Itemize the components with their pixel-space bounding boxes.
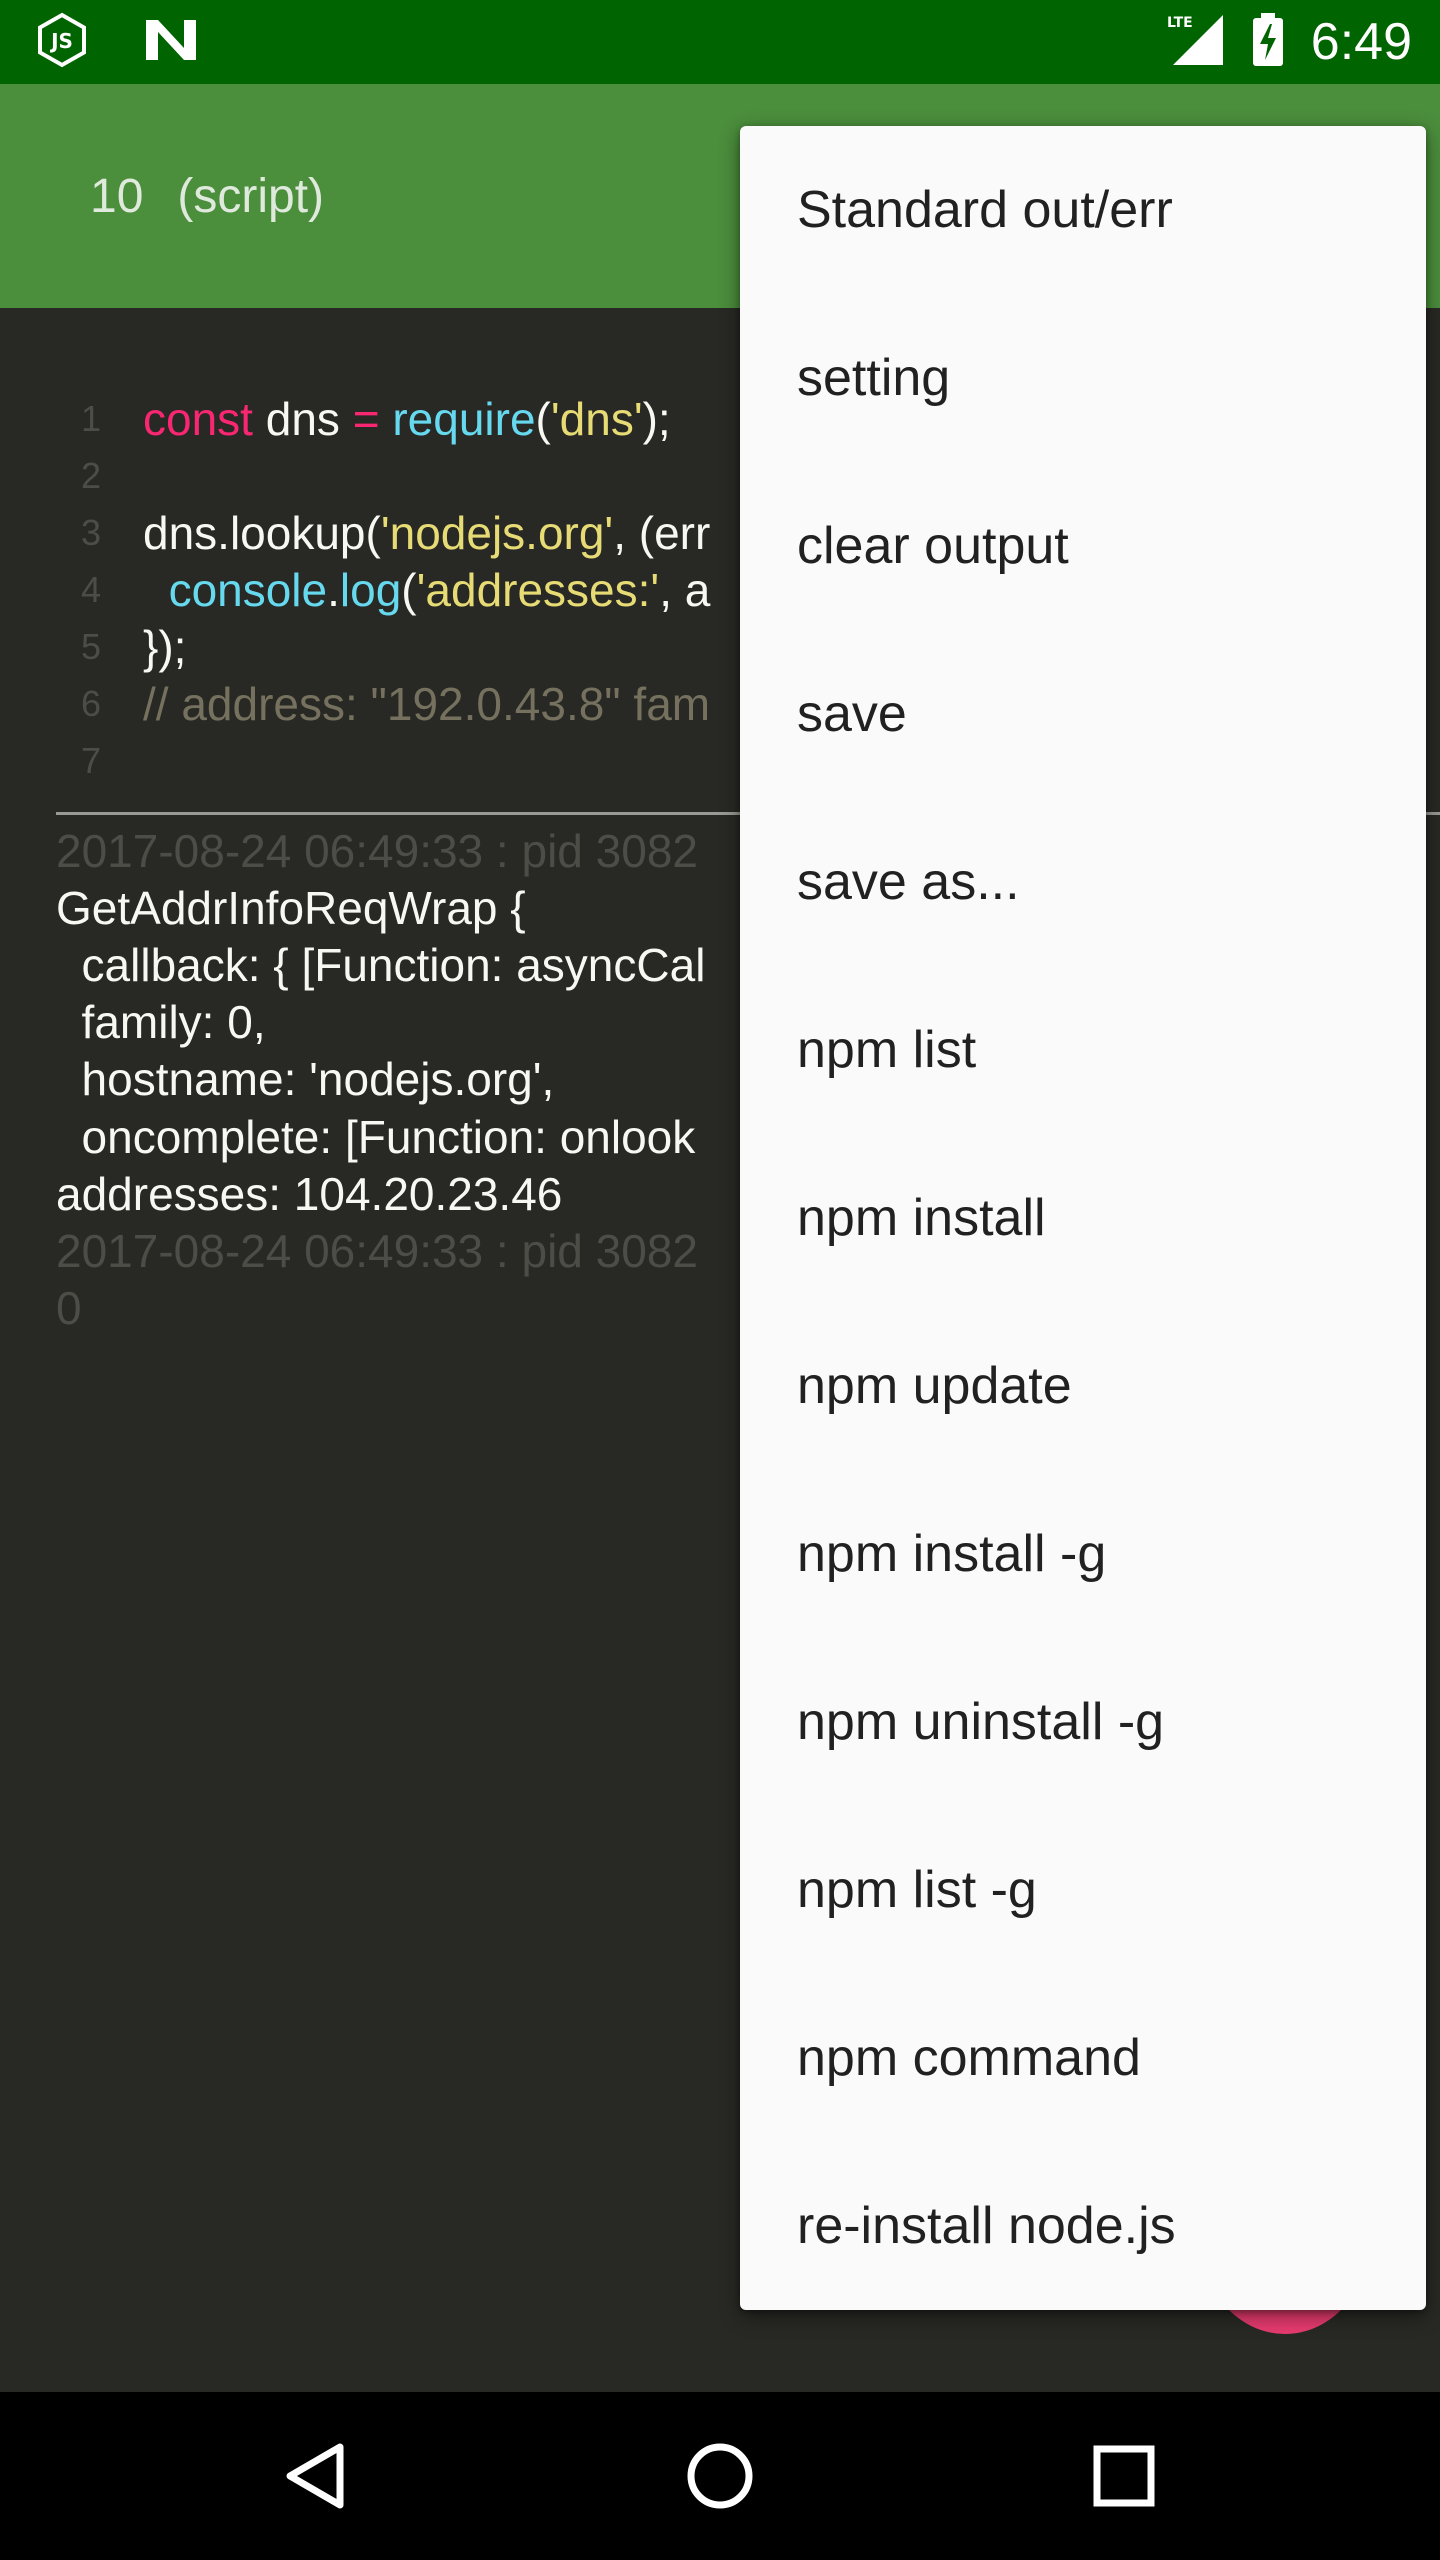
battery-charging-icon (1251, 12, 1285, 72)
recents-icon (1093, 2445, 1155, 2507)
svg-text:JS: JS (49, 29, 73, 53)
output-line: 0 (56, 1282, 82, 1335)
code-text: dns.lookup('nodejs.org', (err (143, 506, 710, 560)
code-token: , a (659, 563, 711, 616)
line-number: 5 (80, 625, 102, 667)
code-token: ( (401, 563, 417, 616)
output-line: 2017-08-24 06:49:33 : pid 3082 (56, 1224, 698, 1277)
app-title: 10 (script) (90, 84, 324, 308)
menu-item-npm-install-g[interactable]: npm install -g (740, 1470, 1426, 1638)
menu-item-save[interactable]: save (740, 630, 1426, 798)
code-token: 'nodejs.org' (380, 506, 614, 559)
status-bar-right: LTE 6:49 (1165, 10, 1412, 74)
line-number: 1 (80, 397, 102, 439)
line-number: 2 (80, 454, 102, 496)
code-token: . (327, 563, 340, 616)
menu-item-npm-list[interactable]: npm list (740, 966, 1426, 1134)
menu-item-clear-output[interactable]: clear output (740, 462, 1426, 630)
n-notification-icon (144, 18, 198, 67)
line-number: 4 (80, 568, 102, 610)
code-token: console (168, 563, 328, 616)
home-button[interactable] (620, 2392, 820, 2560)
line-number: 7 (80, 739, 102, 781)
lte-signal-icon: LTE (1165, 13, 1225, 72)
menu-item-npm-command[interactable]: npm command (740, 1974, 1426, 2142)
code-text: const dns = require('dns'); (143, 392, 671, 446)
code-token: , (err (613, 506, 711, 559)
code-text: // address: "192.0.43.8" fam (143, 677, 710, 731)
nodejs-js-icon: JS (34, 12, 90, 73)
script-subtitle: (script) (177, 169, 325, 223)
script-number: 10 (90, 169, 144, 223)
menu-item-standard-out-err[interactable]: Standard out/err (740, 126, 1426, 294)
code-token: const (143, 392, 253, 445)
output-line: callback: { [Function: asyncCal (56, 938, 706, 991)
overflow-menu: Standard out/err setting clear output save s… (740, 126, 1426, 2310)
code-text: }); (143, 620, 186, 674)
code-token: dns (252, 392, 353, 445)
back-icon (286, 2443, 344, 2509)
menu-item-save-as[interactable]: save as... (740, 798, 1426, 966)
menu-item-npm-install[interactable]: npm install (740, 1134, 1426, 1302)
recents-button[interactable] (1024, 2392, 1224, 2560)
output-line: family: 0, (56, 996, 266, 1049)
code-token: 'dns' (550, 392, 643, 445)
menu-item-re-install-node-js[interactable]: re-install node.js (740, 2142, 1426, 2310)
output-line: GetAddrInfoReqWrap { (56, 881, 526, 934)
line-number: 3 (80, 511, 102, 553)
code-token: dns.lookup( (143, 506, 381, 559)
output-line: 2017-08-24 06:49:33 : pid 3082 (56, 824, 698, 877)
menu-item-npm-list-g[interactable]: npm list -g (740, 1806, 1426, 1974)
code-text: console.log('addresses:', a (143, 563, 711, 617)
code-token: ( (535, 392, 551, 445)
menu-item-npm-update[interactable]: npm update (740, 1302, 1426, 1470)
status-time: 6:49 (1310, 13, 1412, 71)
menu-item-npm-uninstall-g[interactable]: npm uninstall -g (740, 1638, 1426, 1806)
output-line: addresses: 104.20.23.46 (56, 1167, 563, 1220)
code-token: 'addresses:' (416, 563, 660, 616)
code-token: = (352, 392, 380, 445)
code-token: log (339, 563, 402, 616)
code-token: // address: "192.0.43.8" fam (143, 677, 711, 730)
code-token: require (392, 392, 536, 445)
back-button[interactable] (216, 2392, 416, 2560)
navigation-bar (0, 2392, 1440, 2560)
home-icon (687, 2443, 753, 2509)
status-bar: JS LTE 6:49 (0, 0, 1440, 84)
status-bar-left: JS (34, 12, 198, 73)
line-number: 6 (80, 682, 102, 724)
code-token: ); (642, 392, 671, 445)
svg-text:LTE: LTE (1167, 15, 1193, 31)
output-line: hostname: 'nodejs.org', (56, 1053, 555, 1106)
output-line: oncomplete: [Function: onlook (56, 1110, 696, 1163)
menu-item-setting[interactable]: setting (740, 294, 1426, 462)
code-token: }); (143, 620, 187, 673)
